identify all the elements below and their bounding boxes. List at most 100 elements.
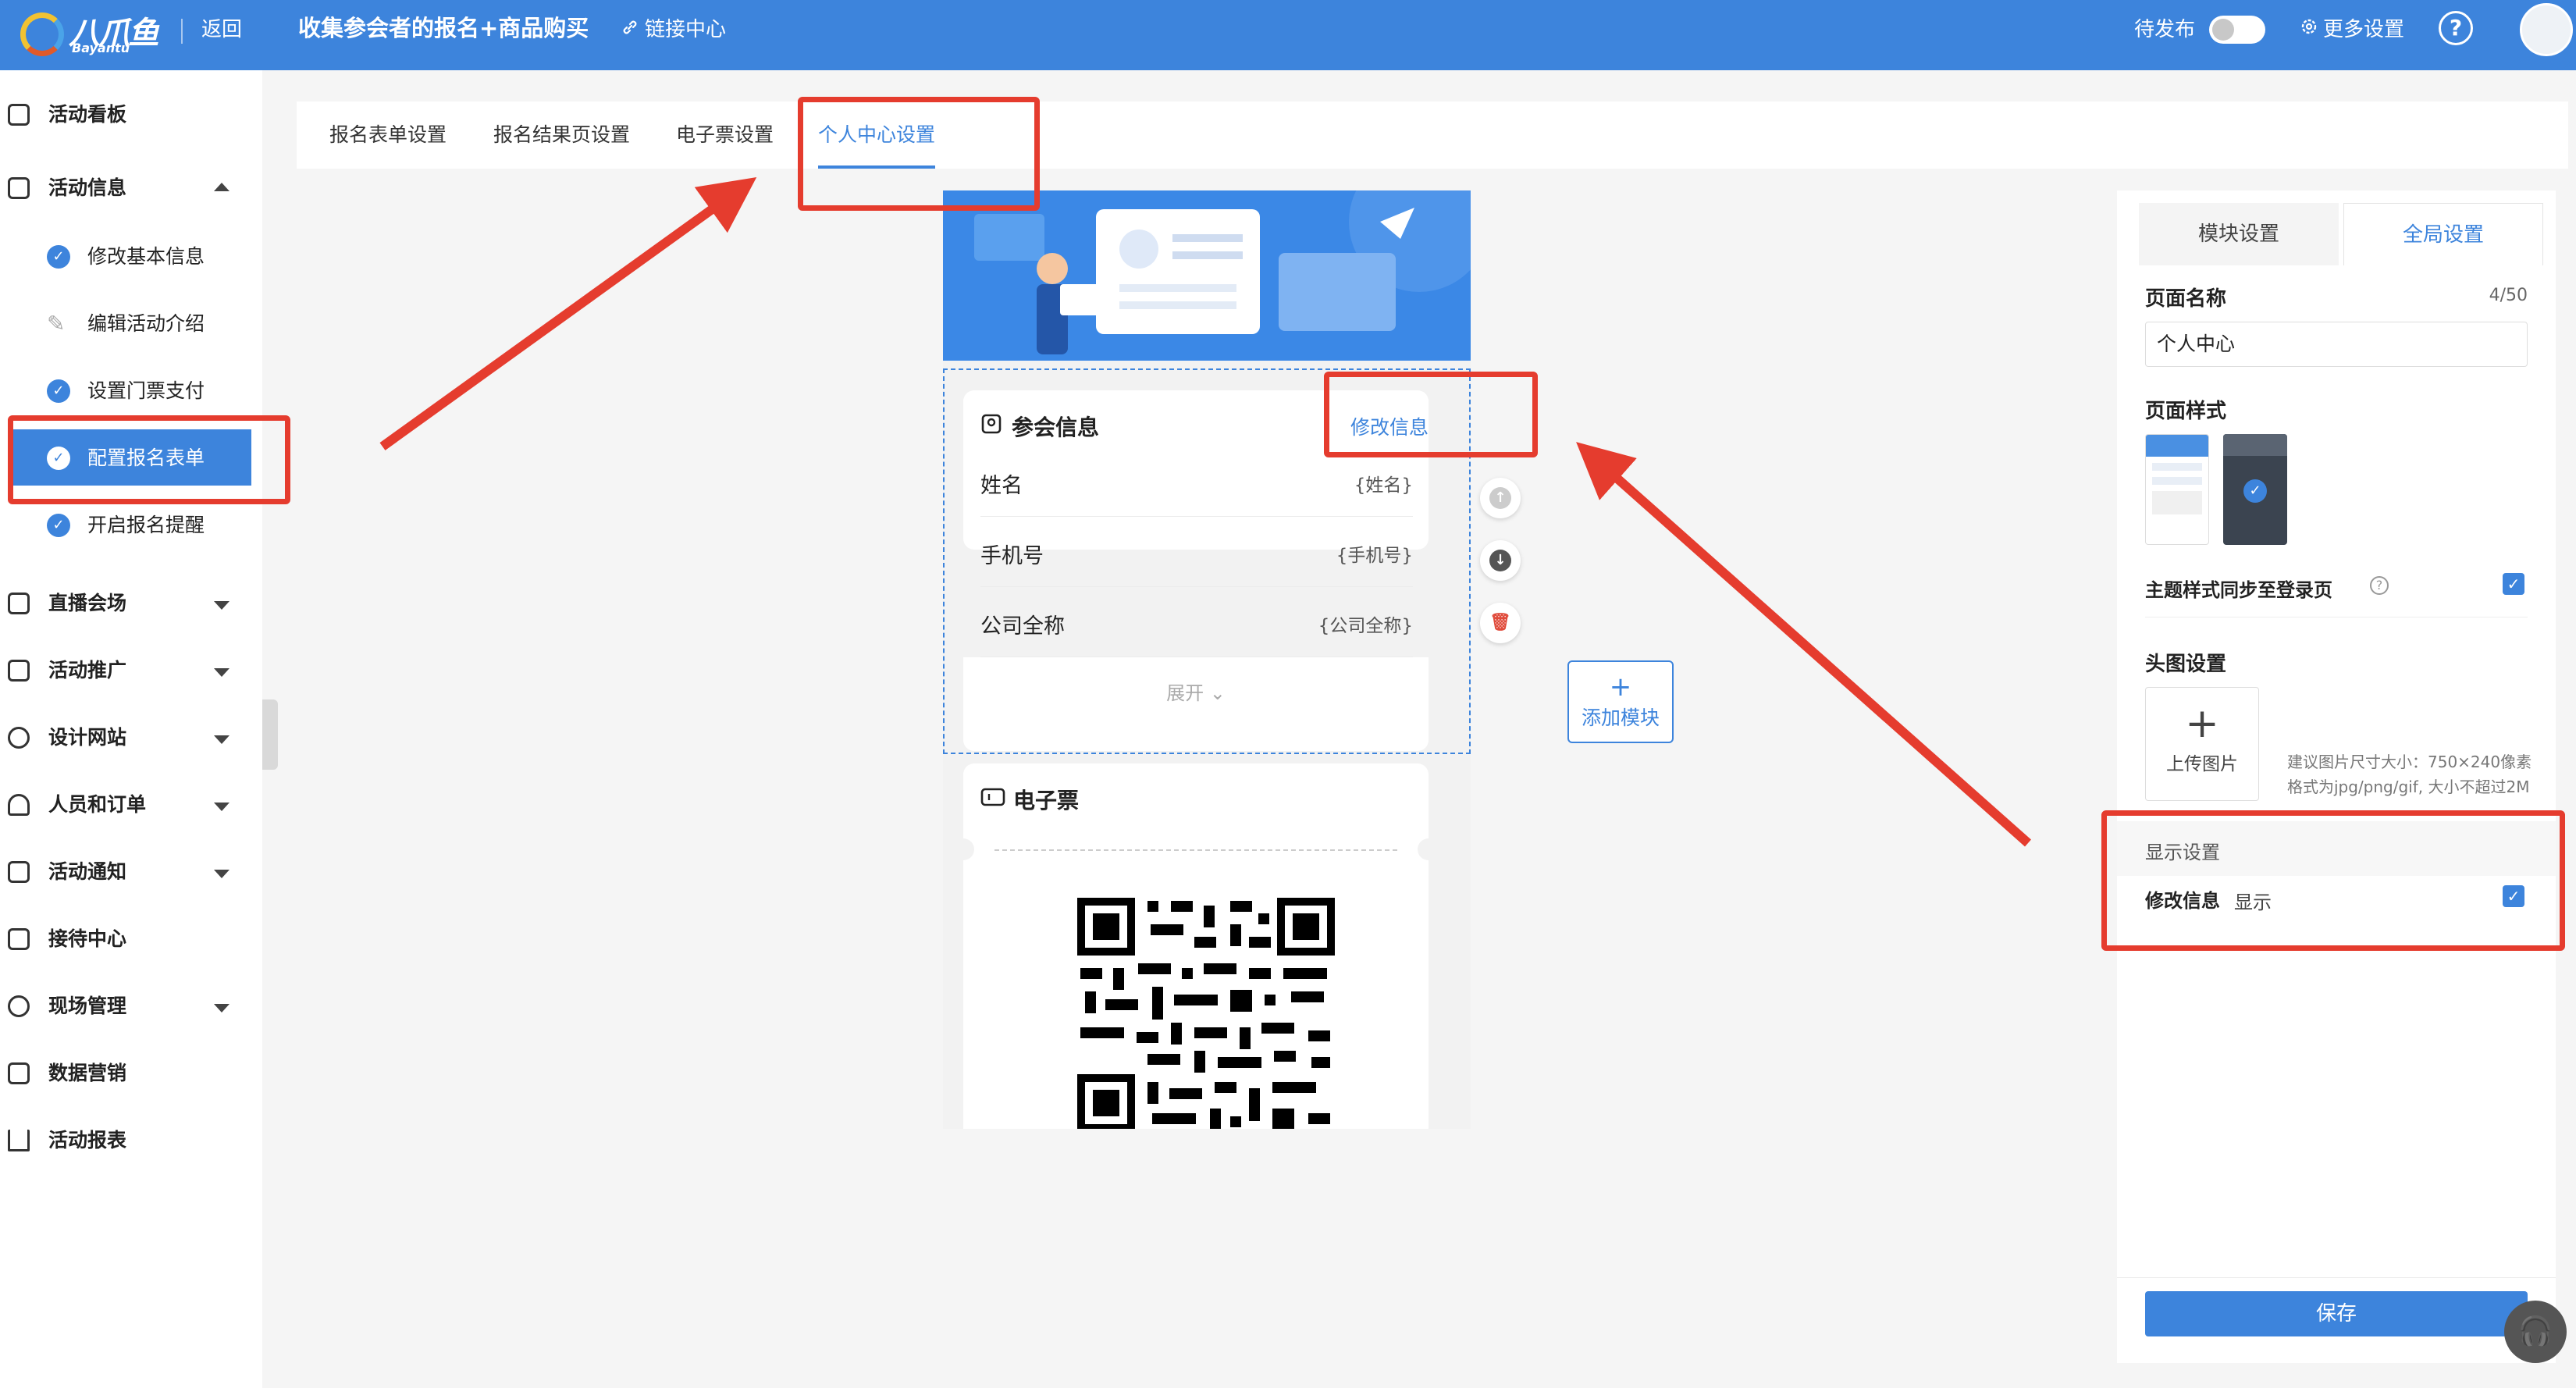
chevron-down-icon — [214, 668, 229, 677]
toggle-knob — [2212, 19, 2234, 41]
edit-info-link[interactable]: 修改信息 — [1350, 412, 1429, 440]
sidebar-item-label: 活动看板 — [48, 103, 127, 126]
delete-module-button[interactable]: 🗑 — [1480, 603, 1521, 643]
header-image-label: 头图设置 — [2145, 653, 2227, 676]
sidebar-item-data-marketing[interactable]: 数据营销 — [0, 1046, 262, 1101]
show-label: 显示 — [2234, 892, 2272, 913]
link-center-button[interactable]: 链接中心 — [621, 14, 726, 45]
card-title: 参会信息 — [980, 411, 1099, 442]
tab-personal-center[interactable]: 个人中心设置 — [818, 101, 936, 169]
qr-code — [1077, 898, 1335, 1129]
top-bar: 八爪鱼 Bayantu 返回 收集参会者的报名+商品购买 链接中心 待发布 更多… — [0, 0, 2576, 70]
id-card-icon — [980, 412, 1004, 441]
field-value: {公司全称} — [1318, 616, 1413, 636]
document-icon — [8, 177, 30, 199]
page-name-input[interactable]: 个人中心 — [2145, 322, 2528, 367]
field-label: 公司全称 — [980, 614, 1065, 639]
display-settings-label: 显示设置 — [2145, 842, 2220, 863]
sidebar-subitem-registration-reminder[interactable]: ✓ 开启报名提醒 — [0, 496, 262, 551]
divider — [2117, 1277, 2556, 1278]
sidebar-item-reception[interactable]: 接待中心 — [0, 912, 262, 966]
thumb-header — [2223, 434, 2287, 456]
upload-label: 上传图片 — [2166, 754, 2238, 774]
sidebar-item-label: 数据营销 — [48, 1062, 127, 1084]
sidebar-subitem-label: 开启报名提醒 — [87, 514, 205, 536]
field-label: 姓名 — [980, 474, 1023, 498]
expand-button[interactable]: 展开 ⌄ — [963, 678, 1429, 705]
sidebar-subitem-ticket-payment[interactable]: ✓ 设置门票支付 — [0, 362, 262, 417]
sidebar-subitem-event-intro[interactable]: ✎ 编辑活动介绍 — [0, 295, 262, 350]
back-link[interactable]: 返回 — [201, 14, 242, 45]
sidebar-item-dashboard[interactable]: 活动看板 — [0, 87, 262, 142]
check-circle-icon: ✓ — [47, 447, 70, 470]
logo[interactable]: 八爪鱼 Bayantu — [17, 8, 159, 58]
target-icon — [8, 995, 30, 1017]
sidebar-item-design-site[interactable]: 设计网站 — [0, 710, 262, 765]
sidebar-item-label: 现场管理 — [48, 995, 127, 1017]
trash-icon: 🗑 — [1489, 612, 1511, 634]
ticket-icon — [980, 786, 1005, 813]
info-field-company: 公司全称 {公司全称} — [980, 587, 1413, 657]
sidebar-item-label: 直播会场 — [48, 592, 127, 614]
chevron-up-icon — [214, 183, 229, 191]
headset-icon[interactable]: 🎧 — [2504, 1301, 2567, 1363]
expand-area: 展开 ⌄ — [963, 657, 1429, 751]
sidebar-item-people-orders[interactable]: 人员和订单 — [0, 778, 262, 832]
card-title-text: 电子票 — [1013, 788, 1080, 813]
sidebar-item-label: 接待中心 — [48, 927, 127, 950]
info-field-name: 姓名 {姓名} — [980, 447, 1413, 517]
more-settings-button[interactable]: 更多设置 — [2300, 14, 2404, 45]
avatar[interactable] — [2520, 3, 2573, 56]
selected-check-icon: ✓ — [2243, 479, 2267, 503]
info-field-phone: 手机号 {手机号} — [980, 517, 1413, 587]
card-title: 电子票 — [980, 784, 1079, 815]
annotation-arrow — [379, 176, 757, 450]
gear-icon — [2300, 14, 2318, 45]
sidebar-subitem-registration-form[interactable]: ✓ 配置报名表单 — [0, 429, 262, 486]
theme-sync-label: 主题样式同步至登录页 — [2145, 579, 2332, 601]
plus-icon: + — [1609, 671, 1632, 703]
tab-registration-result[interactable]: 报名结果页设置 — [493, 101, 630, 169]
divider — [181, 19, 183, 44]
thumb-line — [2152, 477, 2202, 485]
tab-registration-form[interactable]: 报名表单设置 — [329, 101, 447, 169]
tab-module-settings[interactable]: 模块设置 — [2139, 203, 2339, 265]
logo-subtitle: Bayantu — [72, 41, 130, 55]
sidebar-item-event-info[interactable]: 活动信息 — [0, 161, 262, 215]
sidebar-item-label: 活动通知 — [48, 860, 127, 883]
cast-icon — [8, 660, 30, 682]
char-counter: 4/50 — [2489, 286, 2528, 305]
move-up-button[interactable]: ↑ — [1480, 478, 1521, 518]
link-center-label: 链接中心 — [645, 18, 727, 41]
edit-info-setting-label: 修改信息 — [2145, 890, 2220, 912]
sidebar-collapse-handle[interactable] — [262, 699, 278, 770]
check-circle-icon: ✓ — [47, 514, 70, 537]
sidebar-item-live-venue[interactable]: 直播会场 — [0, 576, 262, 631]
sidebar-item-reports[interactable]: 活动报表 — [0, 1113, 262, 1168]
page-title: 收集参会者的报名+商品购买 — [298, 15, 589, 41]
help-icon[interactable]: ? — [2439, 11, 2473, 45]
style-dark-thumbnail[interactable]: ✓ — [2223, 434, 2287, 545]
tab-e-ticket[interactable]: 电子票设置 — [676, 101, 774, 169]
sidebar-item-promotion[interactable]: 活动推广 — [0, 643, 262, 698]
save-button[interactable]: 保存 — [2145, 1291, 2528, 1336]
publish-toggle[interactable] — [2209, 16, 2265, 44]
chevron-down-icon — [214, 803, 229, 811]
ticket-notch — [1418, 838, 1439, 860]
logo-mark — [20, 12, 64, 56]
upload-image-button[interactable]: + 上传图片 — [2145, 687, 2259, 801]
check-circle-icon: ✓ — [47, 379, 70, 403]
tab-global-settings[interactable]: 全局设置 — [2343, 203, 2543, 265]
move-down-button[interactable]: ↓ — [1480, 540, 1521, 581]
theme-sync-checkbox[interactable]: ✓ — [2503, 573, 2524, 595]
style-light-thumbnail[interactable] — [2145, 434, 2209, 545]
sidebar-item-onsite[interactable]: 现场管理 — [0, 979, 262, 1034]
edit-info-visible-checkbox[interactable]: ✓ — [2503, 885, 2524, 907]
bag-icon — [8, 928, 30, 950]
help-icon[interactable]: ? — [2370, 576, 2389, 595]
sidebar-subitem-label: 配置报名表单 — [87, 447, 205, 469]
sidebar-item-notifications[interactable]: 活动通知 — [0, 845, 262, 899]
check-circle-icon: ✓ — [47, 245, 70, 269]
add-module-button[interactable]: + 添加模块 — [1567, 660, 1674, 743]
sidebar-subitem-basic-info[interactable]: ✓ 修改基本信息 — [0, 228, 262, 283]
